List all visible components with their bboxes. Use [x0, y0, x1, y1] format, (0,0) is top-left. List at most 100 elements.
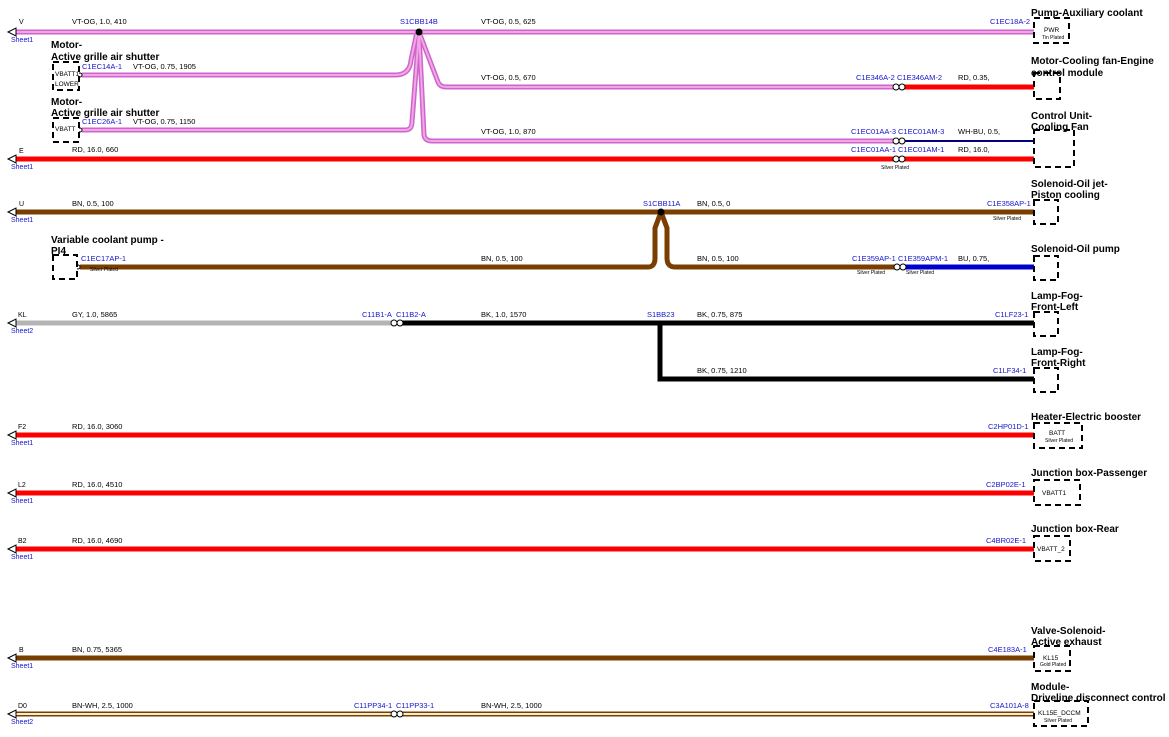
- splice-label[interactable]: S1BB23: [647, 310, 675, 319]
- sheet-link[interactable]: Sheet1: [11, 498, 33, 505]
- component-name: Active grille air shutter: [51, 108, 159, 119]
- wire-label: RD, 16.0,: [958, 145, 990, 154]
- splice-label[interactable]: S1CBB14B: [400, 17, 438, 26]
- wire-label: BN-WH, 2.5, 1000: [481, 701, 542, 710]
- connector-label[interactable]: C11B1-A: [362, 310, 392, 319]
- net-label: V: [19, 19, 24, 26]
- component-name: Module-: [1031, 682, 1069, 693]
- wire-label: BN, 0.5, 100: [697, 254, 739, 263]
- component-name: Active grille air shutter: [51, 52, 159, 63]
- component-name: Motor-: [51, 97, 82, 108]
- connector-label[interactable]: C1E359APM-1: [898, 254, 948, 263]
- sheet-arrow-d0: [6, 709, 17, 719]
- net-label: F2: [18, 424, 26, 431]
- component-plating: Silver Plated: [1045, 438, 1073, 444]
- sheet-link[interactable]: Sheet2: [11, 328, 33, 335]
- sheet-link[interactable]: Sheet1: [11, 554, 33, 561]
- sheet-link[interactable]: Sheet1: [11, 663, 33, 670]
- sheet-link[interactable]: Sheet1: [11, 164, 33, 171]
- component-pin: KL15E_DCCM: [1038, 710, 1081, 717]
- connector-label[interactable]: C1EC01AM-1: [898, 145, 944, 154]
- connector-label[interactable]: C11PP34-1: [354, 701, 392, 710]
- sheet-link[interactable]: Sheet2: [11, 719, 33, 726]
- component-name: Solenoid-Oil jet-: [1031, 179, 1108, 190]
- connector-label[interactable]: C1EC01AA-3: [851, 127, 896, 136]
- net-label: B2: [18, 538, 27, 545]
- connector-label[interactable]: C1LF34-1: [993, 366, 1026, 375]
- component-name: Lamp-Fog-: [1031, 347, 1083, 358]
- sheet-link[interactable]: Sheet1: [11, 217, 33, 224]
- component-name: Cooling Fan: [1031, 122, 1089, 133]
- component-name: Valve-Solenoid-: [1031, 626, 1105, 637]
- wire-label: BN, 0.75, 5365: [72, 645, 122, 654]
- component-box-variable-coolant-pump[interactable]: [52, 254, 78, 280]
- sheet-link[interactable]: Sheet1: [11, 440, 33, 447]
- component-box-oil-jet-solenoid[interactable]: [1033, 199, 1059, 225]
- connector-label[interactable]: C4BR02E-1: [986, 536, 1026, 545]
- component-plating: Tin Plated: [1042, 35, 1065, 41]
- wire-label: BK, 0.75, 875: [697, 310, 742, 319]
- splice-node-s1cbb14b[interactable]: [415, 28, 423, 36]
- component-pin: VBATT1: [55, 71, 79, 78]
- connector-label[interactable]: C1E358AP-1: [987, 199, 1031, 208]
- wire-label: RD, 16.0, 660: [72, 145, 118, 154]
- component-pin: KL15: [1043, 655, 1059, 662]
- connector-label[interactable]: C3A101A-8: [990, 701, 1029, 710]
- wire-label: BN-WH, 2.5, 1000: [72, 701, 133, 710]
- connector-label[interactable]: C1LF23-1: [995, 310, 1028, 319]
- connector-label[interactable]: C1E346AM-2: [897, 73, 942, 82]
- plating-label: Silver Plated: [857, 270, 885, 276]
- component-name: Control Unit-: [1031, 111, 1092, 122]
- net-label: L2: [18, 482, 26, 489]
- component-box-fog-left[interactable]: [1033, 311, 1059, 337]
- splice-label[interactable]: S1CBB11A: [643, 199, 680, 208]
- connector-label[interactable]: C2HP01D-1: [988, 422, 1028, 431]
- sheet-link[interactable]: Sheet1: [11, 37, 33, 44]
- inline-connector-c1e359[interactable]: [893, 263, 907, 271]
- net-label: KL: [18, 312, 27, 319]
- connector-label[interactable]: C1EC18A-2: [990, 17, 1030, 26]
- component-box-fog-right[interactable]: [1033, 367, 1059, 393]
- wire-label: VT-OG, 0.75, 1905: [133, 62, 196, 71]
- component-name: PI4: [51, 246, 66, 257]
- connector-label[interactable]: C11PP33-1: [396, 701, 434, 710]
- net-label: D0: [18, 703, 27, 710]
- connector-label[interactable]: C2BP02E-1: [986, 480, 1026, 489]
- sheet-arrow-e: [6, 154, 17, 164]
- wire-label: RD, 16.0, 3060: [72, 422, 122, 431]
- connector-label[interactable]: C4E183A-1: [988, 645, 1027, 654]
- splice-node-s1cbb11a[interactable]: [657, 208, 665, 216]
- wire-label: BK, 1.0, 1570: [481, 310, 526, 319]
- plating-label: Silver Plated: [90, 267, 118, 273]
- wire-label: GY, 1.0, 5865: [72, 310, 117, 319]
- connector-label[interactable]: C11B2-A: [396, 310, 426, 319]
- component-name: Lamp-Fog-: [1031, 291, 1083, 302]
- plating-label: Silver Plated: [993, 216, 1021, 222]
- inline-connector-c11pp[interactable]: [390, 710, 404, 718]
- component-name: Driveline disconnect control: [1031, 693, 1166, 704]
- component-pin: LOWER: [55, 81, 79, 88]
- component-name: Junction box-Passenger: [1031, 468, 1147, 479]
- connector-label[interactable]: C1EC17AP-1: [81, 254, 126, 263]
- inline-connector-c1ec01-3[interactable]: [892, 137, 906, 145]
- sheet-arrow-u: [6, 207, 17, 217]
- inline-connector-c11b[interactable]: [390, 319, 404, 327]
- component-name: Junction box-Rear: [1031, 524, 1119, 535]
- component-pin: PWR: [1044, 27, 1059, 34]
- connector-label[interactable]: C1EC01AA-1: [851, 145, 896, 154]
- sheet-arrow-v: [6, 27, 17, 37]
- connector-label[interactable]: C1E346A-2: [856, 73, 895, 82]
- component-pin: VBATT: [55, 126, 75, 133]
- connector-label[interactable]: C1E359AP-1: [852, 254, 896, 263]
- component-name: Motor-: [51, 40, 82, 51]
- connector-label[interactable]: C1EC01AM-3: [898, 127, 944, 136]
- component-name: Heater-Electric booster: [1031, 412, 1141, 423]
- wire-label: BN, 0.5, 100: [72, 199, 114, 208]
- component-box-control-unit-fan[interactable]: [1033, 129, 1075, 168]
- wire-label: VT-OG, 1.0, 410: [72, 17, 127, 26]
- connector-label[interactable]: C1EC14A-1: [82, 62, 122, 71]
- component-name: control module: [1031, 68, 1104, 79]
- component-pin: VBATT1: [1042, 490, 1066, 497]
- component-box-oil-pump-solenoid[interactable]: [1033, 255, 1059, 281]
- inline-connector-c1e346[interactable]: [892, 83, 906, 91]
